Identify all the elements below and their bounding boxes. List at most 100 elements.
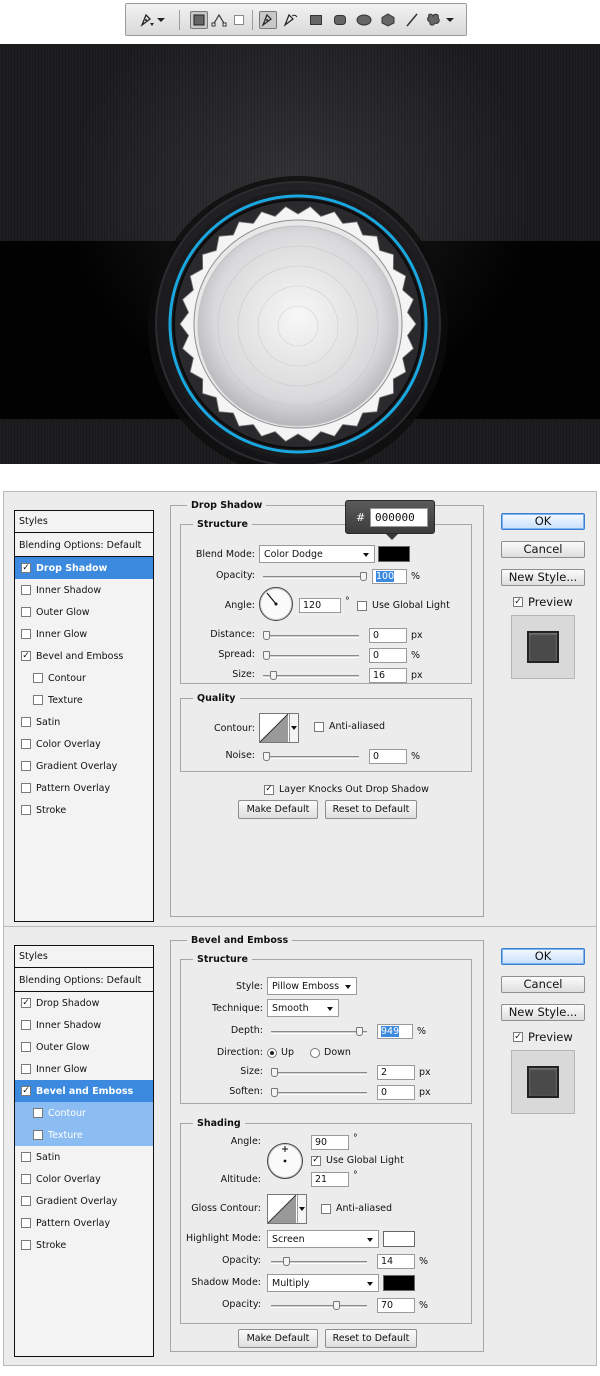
style-checkbox[interactable] — [33, 673, 43, 683]
style-item-contour[interactable]: Contour — [15, 1102, 153, 1124]
opacity-slider[interactable] — [263, 572, 367, 581]
style-item-drop-shadow[interactable]: ✓ Drop Shadow — [15, 557, 153, 579]
pen-icon[interactable] — [259, 11, 277, 29]
angle-dial[interactable] — [267, 1143, 303, 1179]
use-global-light-checkbox[interactable]: ✓ Use Global Light — [311, 1155, 404, 1166]
depth-slider[interactable] — [271, 1027, 367, 1036]
style-item-bevel-and-emboss[interactable]: ✓ Bevel and Emboss — [15, 645, 153, 667]
style-checkbox[interactable] — [21, 1042, 31, 1052]
direction-down-radio[interactable]: Down — [310, 1047, 351, 1058]
style-checkbox[interactable] — [21, 783, 31, 793]
use-global-light-checkbox[interactable]: Use Global Light — [357, 600, 450, 611]
style-checkbox[interactable] — [21, 1174, 31, 1184]
style-item-texture[interactable]: Texture — [15, 689, 153, 711]
chevron-down-icon[interactable] — [156, 11, 166, 29]
path-mode-icon[interactable] — [210, 11, 228, 29]
fill-pixels-icon[interactable] — [230, 11, 248, 29]
altitude-input[interactable]: 21 — [311, 1172, 349, 1187]
style-checkbox[interactable] — [21, 805, 31, 815]
style-item-color-overlay[interactable]: Color Overlay — [15, 733, 153, 755]
ok-button[interactable]: OK — [501, 513, 585, 530]
highlight-opacity-input[interactable]: 14 — [377, 1254, 415, 1269]
distance-slider[interactable] — [263, 631, 359, 640]
style-checkbox[interactable] — [21, 1152, 31, 1162]
line-icon[interactable] — [403, 11, 421, 29]
style-item-inner-glow[interactable]: Inner Glow — [15, 623, 153, 645]
polygon-icon[interactable] — [379, 11, 397, 29]
style-checkbox[interactable] — [21, 607, 31, 617]
style-item-stroke[interactable]: Stroke — [15, 1234, 153, 1256]
style-item-bevel-and-emboss[interactable]: ✓ Bevel and Emboss — [15, 1080, 153, 1102]
style-item-gradient-overlay[interactable]: Gradient Overlay — [15, 755, 153, 777]
style-item-inner-shadow[interactable]: Inner Shadow — [15, 1014, 153, 1036]
size-input[interactable]: 16 — [369, 668, 407, 683]
style-item-outer-glow[interactable]: Outer Glow — [15, 1036, 153, 1058]
style-checkbox[interactable] — [21, 1020, 31, 1030]
style-checkbox[interactable] — [21, 761, 31, 771]
reset-to-default-button[interactable]: Reset to Default — [325, 1329, 417, 1348]
style-checkbox[interactable]: ✓ — [21, 1086, 31, 1096]
shadow-color-swatch[interactable] — [378, 546, 410, 562]
angle-dial[interactable] — [259, 587, 293, 621]
style-item-satin[interactable]: Satin — [15, 1146, 153, 1168]
hex-input[interactable]: 000000 — [370, 508, 428, 527]
new-style-button[interactable]: New Style... — [501, 1004, 585, 1021]
style-checkbox[interactable] — [21, 1064, 31, 1074]
soften-input[interactable]: 0 — [377, 1085, 415, 1100]
spread-input[interactable]: 0 — [369, 648, 407, 663]
style-checkbox[interactable] — [33, 1108, 43, 1118]
preview-checkbox[interactable]: ✓ Preview — [513, 1030, 573, 1044]
angle-input[interactable]: 90 — [311, 1135, 349, 1150]
style-item-stroke[interactable]: Stroke — [15, 799, 153, 821]
style-item-color-overlay[interactable]: Color Overlay — [15, 1168, 153, 1190]
style-item-drop-shadow[interactable]: ✓ Drop Shadow — [15, 992, 153, 1014]
style-checkbox[interactable] — [33, 1130, 43, 1140]
noise-slider[interactable] — [263, 752, 359, 761]
style-checkbox[interactable]: ✓ — [21, 651, 31, 661]
style-checkbox[interactable] — [21, 717, 31, 727]
style-checkbox[interactable] — [33, 695, 43, 705]
depth-input[interactable]: 949 — [377, 1024, 413, 1039]
shadow-mode-select[interactable]: Multiply — [267, 1274, 379, 1292]
styles-header[interactable]: Styles — [15, 946, 153, 968]
style-item-pattern-overlay[interactable]: Pattern Overlay — [15, 1212, 153, 1234]
preview-checkbox[interactable]: ✓ Preview — [513, 595, 573, 609]
anti-aliased-checkbox[interactable]: Anti-aliased — [314, 721, 385, 732]
custom-shape-icon[interactable] — [425, 11, 443, 29]
styles-header[interactable]: Styles — [15, 511, 153, 533]
shadow-color-swatch[interactable] — [383, 1275, 415, 1291]
cancel-button[interactable]: Cancel — [501, 976, 585, 993]
distance-input[interactable]: 0 — [369, 628, 407, 643]
cancel-button[interactable]: Cancel — [501, 541, 585, 558]
style-checkbox[interactable] — [21, 1218, 31, 1228]
style-checkbox[interactable] — [21, 585, 31, 595]
style-item-contour[interactable]: Contour — [15, 667, 153, 689]
noise-input[interactable]: 0 — [369, 749, 407, 764]
shadow-opacity-input[interactable]: 70 — [377, 1298, 415, 1313]
layer-knocks-out-checkbox[interactable]: ✓ Layer Knocks Out Drop Shadow — [264, 784, 429, 795]
new-style-button[interactable]: New Style... — [501, 569, 585, 586]
direction-up-radio[interactable]: Up — [267, 1047, 294, 1058]
chevron-down-icon[interactable] — [445, 11, 455, 29]
style-checkbox[interactable]: ✓ — [21, 563, 31, 573]
make-default-button[interactable]: Make Default — [238, 800, 318, 819]
make-default-button[interactable]: Make Default — [238, 1329, 318, 1348]
ellipse-icon[interactable] — [355, 11, 373, 29]
technique-select[interactable]: Smooth — [267, 999, 339, 1017]
anti-aliased-checkbox[interactable]: Anti-aliased — [321, 1203, 392, 1214]
style-item-pattern-overlay[interactable]: Pattern Overlay — [15, 777, 153, 799]
rectangle-icon[interactable] — [307, 11, 325, 29]
angle-input[interactable]: 120 — [299, 598, 341, 613]
blending-options-item[interactable]: Blending Options: Default — [15, 970, 153, 992]
style-checkbox[interactable] — [21, 629, 31, 639]
soften-slider[interactable] — [271, 1088, 367, 1097]
style-checkbox[interactable] — [21, 1196, 31, 1206]
shadow-opacity-slider[interactable] — [271, 1301, 367, 1310]
size-slider[interactable] — [263, 671, 359, 680]
gloss-contour-picker[interactable] — [267, 1194, 307, 1224]
highlight-mode-select[interactable]: Screen — [267, 1230, 379, 1248]
style-checkbox[interactable]: ✓ — [21, 998, 31, 1008]
blend-mode-select[interactable]: Color Dodge — [259, 545, 375, 563]
spread-slider[interactable] — [263, 651, 359, 660]
reset-to-default-button[interactable]: Reset to Default — [325, 800, 417, 819]
